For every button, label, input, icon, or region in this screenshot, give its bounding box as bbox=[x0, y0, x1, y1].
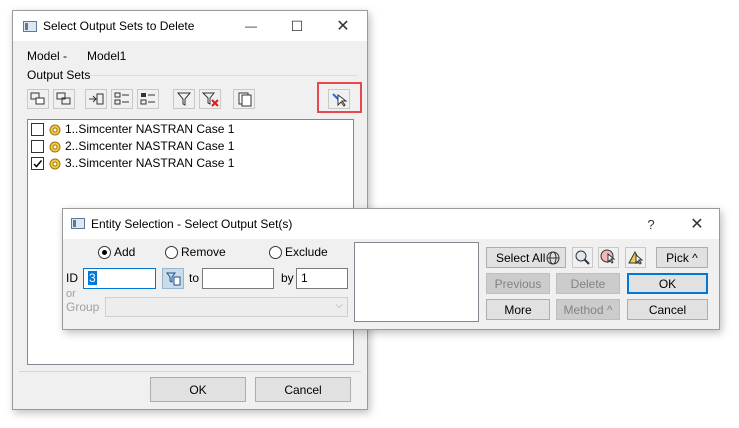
filter-icon[interactable] bbox=[173, 89, 195, 109]
pick-cursor-icon[interactable] bbox=[328, 89, 350, 109]
add-radio-label[interactable]: Add bbox=[114, 245, 135, 259]
check-list-icon[interactable] bbox=[111, 89, 133, 109]
clear-filter-icon[interactable] bbox=[199, 89, 221, 109]
entity-ok-button[interactable]: OK bbox=[627, 273, 708, 294]
output-set-icon bbox=[49, 158, 61, 170]
main-titlebar: Select Output Sets to Delete — ☐ ✕ bbox=[13, 11, 367, 41]
entity-cancel-button[interactable]: Cancel bbox=[627, 299, 708, 320]
item-3-label[interactable]: 3..Simcenter NASTRAN Case 1 bbox=[65, 156, 234, 170]
minimize-button[interactable]: — bbox=[228, 11, 274, 41]
or-label: or bbox=[66, 288, 76, 300]
copy-list-icon[interactable] bbox=[233, 89, 255, 109]
output-set-icon bbox=[49, 141, 61, 153]
deselect-all-icon[interactable] bbox=[53, 89, 75, 109]
uncheck-list-icon[interactable] bbox=[137, 89, 159, 109]
item-1-label[interactable]: 1..Simcenter NASTRAN Case 1 bbox=[65, 122, 234, 136]
pick-button[interactable]: Pick ^ bbox=[656, 247, 708, 268]
id-value: 3 bbox=[88, 271, 97, 285]
more-button[interactable]: More bbox=[486, 299, 550, 320]
main-ok-button[interactable]: OK bbox=[150, 377, 246, 402]
remove-radio-label[interactable]: Remove bbox=[181, 245, 226, 259]
output-sets-label: Output Sets bbox=[27, 68, 91, 82]
add-radio[interactable] bbox=[98, 246, 111, 259]
close-button[interactable]: ✕ bbox=[320, 11, 366, 41]
entity-titlebar: Entity Selection - Select Output Set(s) … bbox=[63, 209, 719, 239]
to-input[interactable] bbox=[202, 268, 274, 289]
by-value: 1 bbox=[301, 271, 308, 285]
remove-radio[interactable] bbox=[165, 246, 178, 259]
model-label: Model - bbox=[27, 49, 68, 63]
delete-button: Delete bbox=[556, 273, 620, 294]
select-all-label: Select All bbox=[496, 250, 546, 265]
display-filter-icon[interactable] bbox=[625, 247, 646, 268]
app-icon bbox=[23, 21, 37, 32]
main-cancel-button[interactable]: Cancel bbox=[255, 377, 351, 402]
zoom-icon[interactable] bbox=[572, 247, 593, 268]
exclude-radio-label[interactable]: Exclude bbox=[285, 245, 328, 259]
globe-icon bbox=[546, 251, 560, 265]
checkmark-icon bbox=[33, 160, 43, 168]
item-3-checkbox[interactable] bbox=[31, 157, 44, 170]
maximize-button[interactable]: ☐ bbox=[274, 11, 320, 41]
select-all-button[interactable]: Select All bbox=[486, 247, 566, 268]
entity-dialog-title: Entity Selection - Select Output Set(s) bbox=[91, 217, 293, 231]
output-set-icon bbox=[49, 124, 61, 136]
by-input[interactable]: 1 bbox=[296, 268, 348, 289]
exclude-radio[interactable] bbox=[269, 246, 282, 259]
id-pick-icon[interactable] bbox=[162, 268, 184, 289]
id-input[interactable]: 3 bbox=[83, 268, 156, 289]
select-all-icon[interactable] bbox=[27, 89, 49, 109]
output-sets-group-line bbox=[89, 75, 357, 76]
item-2-label[interactable]: 2..Simcenter NASTRAN Case 1 bbox=[65, 139, 234, 153]
main-dialog-title: Select Output Sets to Delete bbox=[43, 19, 195, 33]
to-label: to bbox=[189, 271, 200, 285]
model-value: Model1 bbox=[87, 49, 127, 63]
previous-button: Previous bbox=[486, 273, 550, 294]
item-1-checkbox[interactable] bbox=[31, 123, 44, 136]
chevron-down-icon: ⌵ bbox=[335, 300, 343, 311]
method-button: Method ^ bbox=[556, 299, 620, 320]
entity-close-button[interactable]: ✕ bbox=[674, 209, 720, 239]
selection-list[interactable] bbox=[354, 242, 479, 322]
move-to-list-icon[interactable] bbox=[85, 89, 107, 109]
item-2-checkbox[interactable] bbox=[31, 140, 44, 153]
bottom-separator bbox=[19, 371, 361, 372]
entity-selection-dialog: Entity Selection - Select Output Set(s) … bbox=[62, 208, 720, 330]
by-label: by bbox=[281, 271, 294, 285]
highlight-entity-icon[interactable] bbox=[598, 247, 619, 268]
group-select: ⌵ bbox=[105, 297, 348, 317]
group-label: Group bbox=[66, 300, 100, 314]
id-label: ID bbox=[66, 271, 78, 285]
help-button[interactable]: ? bbox=[628, 209, 674, 239]
app-icon bbox=[71, 218, 85, 229]
